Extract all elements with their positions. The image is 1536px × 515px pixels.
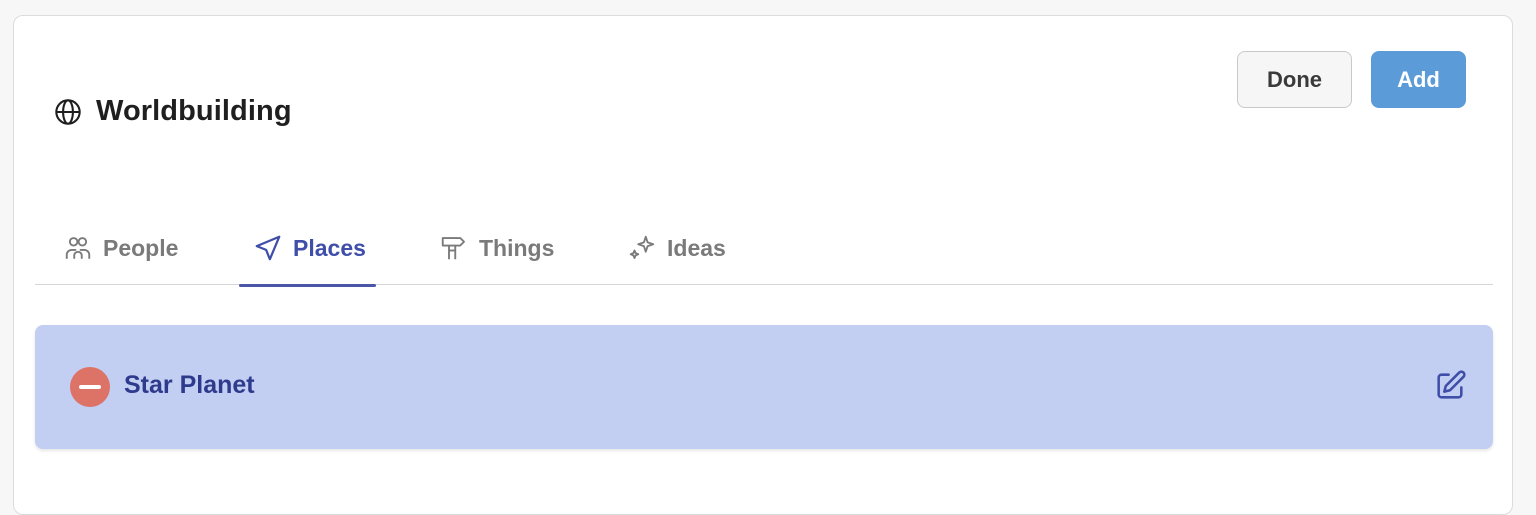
tab-people-label: People bbox=[103, 234, 179, 261]
list-item[interactable]: Star Planet bbox=[35, 325, 1493, 449]
tab-people[interactable]: People bbox=[61, 211, 180, 285]
sparkles-icon bbox=[627, 233, 657, 263]
tab-things[interactable]: Things bbox=[437, 211, 556, 285]
tab-places-label: Places bbox=[293, 234, 366, 261]
tab-things-label: Things bbox=[479, 234, 555, 261]
globe-icon bbox=[54, 98, 82, 126]
tab-places[interactable]: Places bbox=[239, 211, 376, 287]
worldbuilding-panel: Worldbuilding Done Add People Places Thi… bbox=[13, 15, 1513, 515]
item-name: Star Planet bbox=[124, 371, 255, 399]
add-button[interactable]: Add bbox=[1371, 51, 1466, 108]
navigation-arrow-icon bbox=[253, 233, 283, 263]
things-icon bbox=[439, 233, 469, 263]
tab-ideas[interactable]: Ideas bbox=[625, 211, 728, 285]
people-icon bbox=[63, 233, 93, 263]
edit-icon[interactable] bbox=[1433, 369, 1467, 403]
remove-icon[interactable] bbox=[70, 367, 110, 407]
page-title: Worldbuilding bbox=[54, 95, 292, 128]
done-button[interactable]: Done bbox=[1237, 51, 1352, 108]
tab-ideas-label: Ideas bbox=[667, 234, 726, 261]
tab-bar: People Places Things Ideas bbox=[35, 211, 1493, 287]
page-title-text: Worldbuilding bbox=[96, 95, 292, 127]
